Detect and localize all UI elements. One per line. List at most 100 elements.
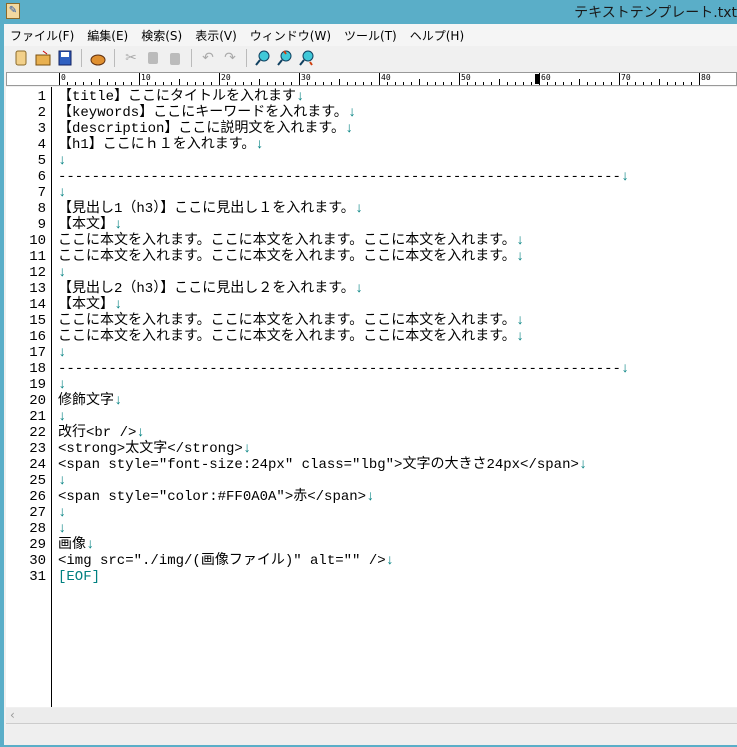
- search-prev-icon[interactable]: [298, 49, 316, 67]
- line-number: 12: [29, 265, 46, 281]
- editor-line[interactable]: 27 ↓: [6, 505, 737, 521]
- editor-line[interactable]: 25 ↓: [6, 473, 737, 489]
- line-number: 5: [37, 153, 46, 169]
- editor-line[interactable]: 15 ここに本文を入れます。ここに本文を入れます。ここに本文を入れます。↓: [6, 313, 737, 329]
- newline-arrow-icon: ↓: [114, 217, 123, 233]
- ruler-tick: [115, 82, 116, 85]
- menu-window[interactable]: ウィンドウ(W): [250, 27, 331, 44]
- editor-line[interactable]: 31 [EOF]: [6, 569, 737, 585]
- undo-icon[interactable]: ↶: [199, 49, 217, 67]
- ruler-tick: [683, 82, 684, 85]
- editor-line[interactable]: 4 【h1】ここにｈ１を入れます。↓: [6, 137, 737, 153]
- newline-arrow-icon: ↓: [58, 345, 67, 361]
- editor-line[interactable]: 5 ↓: [6, 153, 737, 169]
- save-icon[interactable]: [56, 49, 74, 67]
- ruler-tick: [595, 82, 596, 85]
- text-editor[interactable]: 1 【title】ここにタイトルを入れます↓ 2 【keywords】ここにキーワード…: [6, 87, 737, 707]
- editor-line[interactable]: 2 【keywords】ここにキーワードを入れます。↓: [6, 105, 737, 121]
- line-text: ↓: [58, 153, 66, 169]
- scroll-left-icon[interactable]: ‹: [10, 708, 15, 722]
- ruler-tick: [451, 82, 452, 85]
- editor-line[interactable]: 21 ↓: [6, 409, 737, 425]
- ruler-label: 80: [699, 73, 711, 85]
- menu-view[interactable]: 表示(V): [195, 27, 237, 44]
- open-folder-icon[interactable]: [34, 49, 52, 67]
- menu-help[interactable]: ヘルプ(H): [410, 27, 464, 44]
- editor-line[interactable]: 7 ↓: [6, 185, 737, 201]
- line-content: 【keywords】ここにキーワードを入れます。: [58, 105, 348, 121]
- line-number: 15: [29, 313, 46, 329]
- editor-line[interactable]: 23 <strong>太文字</strong>↓: [6, 441, 737, 457]
- editor-line[interactable]: 20 修飾文字↓: [6, 393, 737, 409]
- cut-icon[interactable]: ✂: [122, 49, 140, 67]
- ruler-tick: [195, 82, 196, 85]
- toolbar-separator: [191, 49, 192, 67]
- line-number: 13: [29, 281, 46, 297]
- ruler-tick: [251, 82, 252, 85]
- menu-edit[interactable]: 編集(E): [87, 27, 128, 44]
- line-content: <span style="color:#FF0A0A">赤</span>: [58, 489, 367, 505]
- line-content: ----------------------------------------…: [58, 361, 621, 377]
- ruler-tick: [627, 82, 628, 85]
- print-icon[interactable]: [89, 49, 107, 67]
- line-text: ----------------------------------------…: [58, 361, 629, 377]
- new-file-icon[interactable]: [12, 49, 30, 67]
- ruler-tick: [267, 82, 268, 85]
- ruler-tick: [331, 82, 332, 85]
- editor-line[interactable]: 28 ↓: [6, 521, 737, 537]
- ruler-label: 60: [539, 73, 551, 85]
- menu-search[interactable]: 検索(S): [141, 27, 182, 44]
- editor-line[interactable]: 24 <span style="font-size:24px" class="lb…: [6, 457, 737, 473]
- editor-line[interactable]: 29 画像↓: [6, 537, 737, 553]
- newline-arrow-icon: ↓: [515, 233, 525, 249]
- line-text: 改行<br />↓: [58, 425, 145, 441]
- ruler-tick: [643, 82, 644, 85]
- search-next-icon[interactable]: [276, 49, 294, 67]
- app-icon[interactable]: ✎: [6, 3, 20, 19]
- line-text: 【見出し1（h3）】ここに見出し１を入れます。↓: [58, 201, 363, 217]
- menu-file[interactable]: ファイル(F): [10, 27, 74, 44]
- editor-line[interactable]: 6 ---------------------------------------…: [6, 169, 737, 185]
- redo-icon[interactable]: ↷: [221, 49, 239, 67]
- window-title: テキストテンプレート.txt: [574, 5, 737, 21]
- editor-line[interactable]: 8 【見出し1（h3）】ここに見出し１を入れます。↓: [6, 201, 737, 217]
- line-number: 1: [37, 89, 46, 105]
- line-number: 26: [29, 489, 46, 505]
- editor-line[interactable]: 1 【title】ここにタイトルを入れます↓: [6, 89, 737, 105]
- line-text: ここに本文を入れます。ここに本文を入れます。ここに本文を入れます。↓: [58, 329, 524, 345]
- ruler-tick: [107, 82, 108, 85]
- menu-bar: ファイル(F) 編集(E) 検索(S) 表示(V) ウィンドウ(W) ツール(T…: [4, 24, 737, 46]
- editor-line[interactable]: 18 --------------------------------------…: [6, 361, 737, 377]
- line-number: 17: [29, 345, 46, 361]
- editor-line[interactable]: 26 <span style="color:#FF0A0A">赤</span>↓: [6, 489, 737, 505]
- editor-line[interactable]: 11 ここに本文を入れます。ここに本文を入れます。ここに本文を入れます。↓: [6, 249, 737, 265]
- ruler-tick: [163, 82, 164, 85]
- line-number: 10: [29, 233, 46, 249]
- line-text: ↓: [58, 409, 66, 425]
- editor-line[interactable]: 17 ↓: [6, 345, 737, 361]
- line-content: 【本文】: [58, 297, 114, 313]
- editor-line[interactable]: 22 改行<br />↓: [6, 425, 737, 441]
- line-number: 20: [29, 393, 46, 409]
- ruler-tick: [211, 82, 212, 85]
- editor-line[interactable]: 30 <img src="./img/(画像ファイル)" alt="" />↓: [6, 553, 737, 569]
- ruler-tick: [227, 82, 228, 85]
- editor-line[interactable]: 13 【見出し2（h3）】ここに見出し２を入れます。↓: [6, 281, 737, 297]
- editor-line[interactable]: 14 【本文】↓: [6, 297, 737, 313]
- line-text: ここに本文を入れます。ここに本文を入れます。ここに本文を入れます。↓: [58, 249, 524, 265]
- ruler-tick: [363, 82, 364, 85]
- editor-line[interactable]: 9 【本文】↓: [6, 217, 737, 233]
- editor-line[interactable]: 3 【description】ここに説明文を入れます。↓: [6, 121, 737, 137]
- editor-line[interactable]: 10 ここに本文を入れます。ここに本文を入れます。ここに本文を入れます。↓: [6, 233, 737, 249]
- copy-icon[interactable]: [144, 49, 162, 67]
- horizontal-scrollbar[interactable]: ‹: [6, 708, 737, 724]
- editor-line[interactable]: 16 ここに本文を入れます。ここに本文を入れます。ここに本文を入れます。↓: [6, 329, 737, 345]
- menu-tools[interactable]: ツール(T): [344, 27, 397, 44]
- search-icon[interactable]: [254, 49, 272, 67]
- line-number: 16: [29, 329, 46, 345]
- ruler-tick: [347, 82, 348, 85]
- paste-icon[interactable]: [166, 49, 184, 67]
- editor-line[interactable]: 12 ↓: [6, 265, 737, 281]
- editor-line[interactable]: 19 ↓: [6, 377, 737, 393]
- line-text: 修飾文字↓: [58, 393, 122, 409]
